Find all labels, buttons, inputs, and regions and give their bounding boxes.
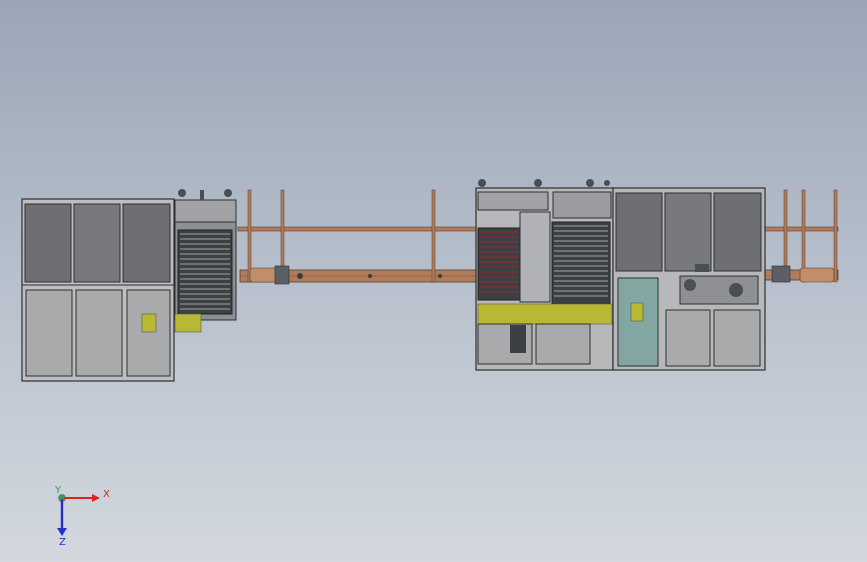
cad-viewport[interactable]: X Y Z: [0, 0, 867, 562]
machine-cabinet-right[interactable]: [612, 187, 766, 371]
machine-cabinet-left[interactable]: [21, 198, 175, 382]
coordinate-triad[interactable]: X Y Z: [54, 485, 110, 548]
machine-center[interactable]: [475, 179, 614, 371]
axis-label-x: X: [103, 489, 110, 500]
axis-label-z: Z: [59, 537, 66, 548]
axis-label-y: Y: [54, 485, 62, 496]
stacker-module-left[interactable]: [174, 189, 237, 333]
